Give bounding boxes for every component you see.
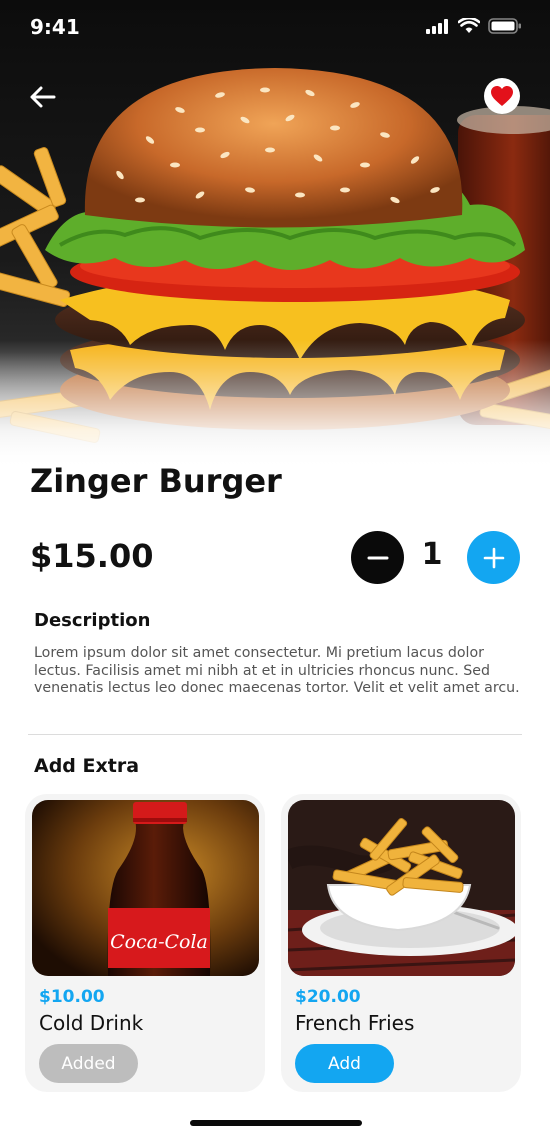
divider xyxy=(28,734,522,735)
extra-card-french-fries[interactable]: $20.00 French Fries Add xyxy=(281,794,521,1092)
add-extra-heading: Add Extra xyxy=(34,755,140,777)
hero-image xyxy=(0,0,550,470)
decrease-quantity-button[interactable] xyxy=(351,531,404,584)
home-indicator xyxy=(190,1120,362,1126)
signal-icon xyxy=(426,18,448,34)
cold-drink-image: Coca-Cola xyxy=(32,800,259,976)
status-bar: 9:41 xyxy=(0,0,550,56)
status-time: 9:41 xyxy=(30,15,80,39)
french-fries-image xyxy=(288,800,515,976)
battery-icon xyxy=(488,18,521,34)
quantity-value: 1 xyxy=(421,537,443,572)
wifi-icon xyxy=(458,18,480,33)
drink-label-text: Coca-Cola xyxy=(110,931,208,953)
plus-icon xyxy=(483,547,504,568)
extra-card-cold-drink[interactable]: Coca-Cola $10.00 Cold Drink Added xyxy=(25,794,265,1092)
minus-icon xyxy=(367,556,388,559)
description-text: Lorem ipsum dolor sit amet consectetur. … xyxy=(34,645,520,696)
add-button[interactable]: Add xyxy=(295,1044,394,1083)
favorite-button[interactable] xyxy=(484,78,520,114)
extra-name: French Fries xyxy=(295,1011,415,1035)
extra-name: Cold Drink xyxy=(39,1011,144,1035)
description-heading: Description xyxy=(34,610,151,631)
product-title: Zinger Burger xyxy=(30,462,282,500)
back-button[interactable] xyxy=(26,80,60,114)
extra-price: $10.00 xyxy=(39,987,105,1007)
increase-quantity-button[interactable] xyxy=(467,531,520,584)
back-arrow-icon xyxy=(30,86,56,108)
status-icons xyxy=(426,18,522,34)
product-price: $15.00 xyxy=(30,537,154,575)
added-button[interactable]: Added xyxy=(39,1044,138,1083)
hero-fade xyxy=(0,340,550,470)
extra-price: $20.00 xyxy=(295,987,361,1007)
heart-icon xyxy=(491,86,513,106)
